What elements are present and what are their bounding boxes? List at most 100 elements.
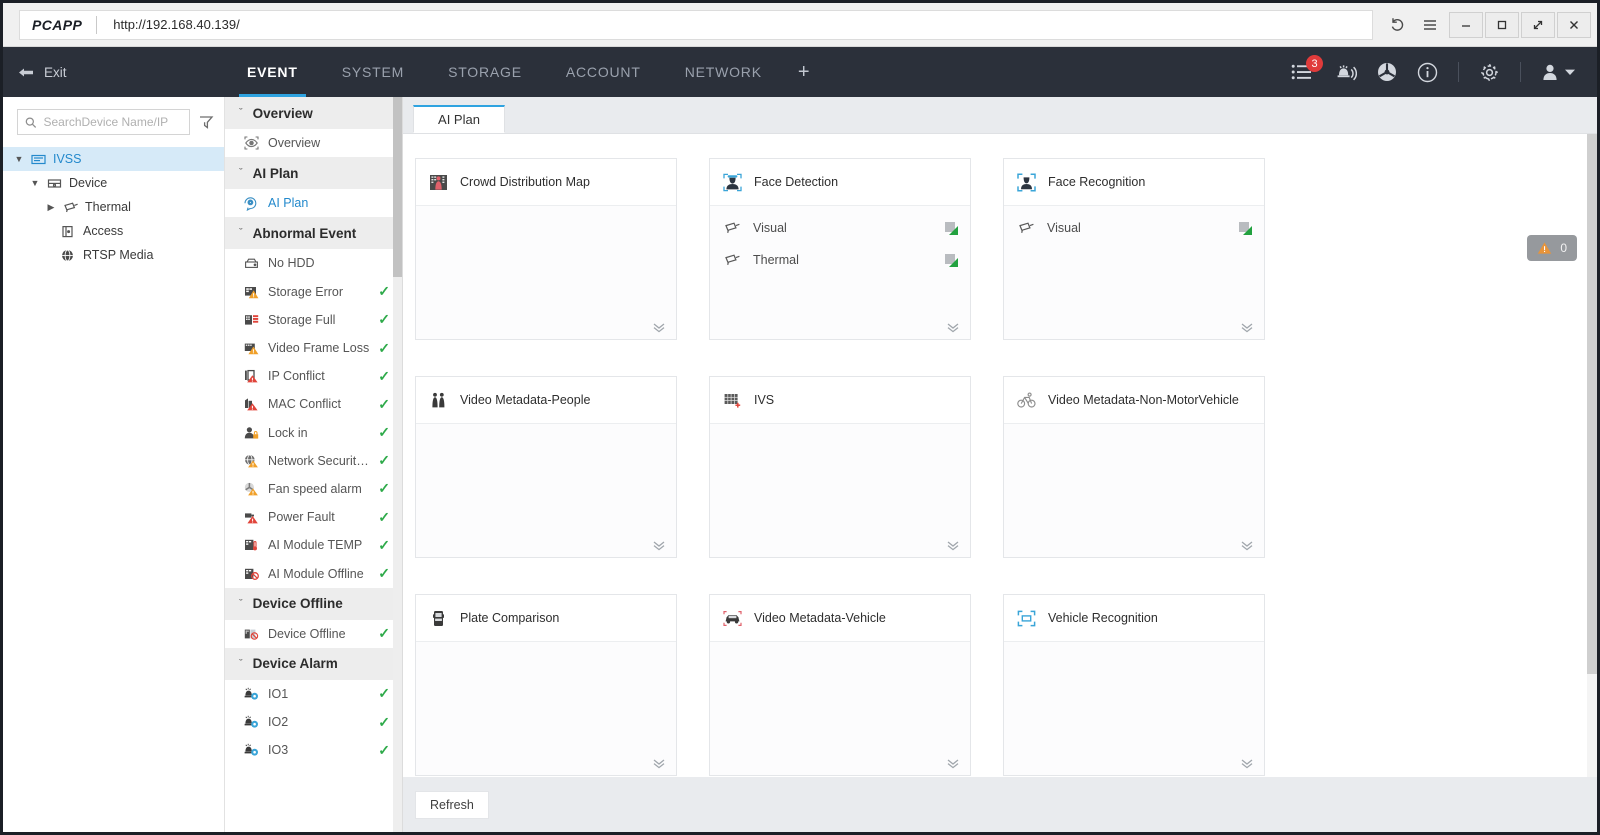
nav-item-storage-full[interactable]: Storage Full ✓ [225,306,402,334]
nav-tab-storage[interactable]: STORAGE [426,47,544,97]
nav-tab-system[interactable]: SYSTEM [320,47,426,97]
chevron-down-icon: ˇ [239,167,243,180]
nav-group-device-offline[interactable]: ˇ Device Offline [225,587,402,620]
card-expand-chevron-icon[interactable] [946,540,960,551]
alarm-bell-icon[interactable] [1333,62,1357,82]
tree-node-rtsp-media[interactable]: RTSP Media [3,243,224,267]
add-tab-button[interactable]: + [784,47,824,97]
main-scrollbar-track[interactable] [1587,134,1597,777]
maximize-button[interactable] [1485,11,1519,38]
nvr-device-icon [31,153,47,166]
nav-tab-account[interactable]: ACCOUNT [544,47,663,97]
nav-item-io2[interactable]: IO2 ✓ [225,708,402,736]
history-refresh-icon[interactable] [1389,16,1407,34]
hamburger-menu-icon[interactable] [1421,16,1439,34]
search-input-wrapper[interactable] [17,109,190,135]
card-video-metadata-vehicle[interactable]: Video Metadata-Vehicle [709,594,971,776]
nav-item-ai-module-temp[interactable]: AI Module TEMP ✓ [225,531,402,559]
nav-scrollbar-thumb[interactable] [393,97,402,277]
channel-row[interactable]: Thermal [710,244,970,276]
card-face-recognition[interactable]: Face Recognition Visual [1003,158,1265,340]
card-expand-chevron-icon[interactable] [652,322,666,333]
nav-tab-storage-label: STORAGE [448,64,522,80]
close-button[interactable] [1557,11,1591,38]
nav-tab-event[interactable]: EVENT [225,47,320,97]
nav-item-overview[interactable]: Overview [225,129,402,157]
card-face-detection[interactable]: Face Detection Visual Thermal [709,158,971,340]
nav-group-abnormal-event[interactable]: ˇ Abnormal Event [225,217,402,250]
plate-comparison-icon [428,608,448,628]
card-video-metadata-non-motor-vehicle[interactable]: Video Metadata-Non-MotorVehicle [1003,376,1265,558]
tree-caret-ivss[interactable]: ▼ [13,154,25,164]
enabled-check-icon: ✓ [378,339,390,356]
ai-module-temp-icon [243,537,259,553]
tree-node-access[interactable]: Access [3,219,224,243]
tree-label-device: Device [69,176,108,190]
card-crowd-distribution-map[interactable]: Crowd Distribution Map [415,158,677,340]
enabled-check-icon: ✓ [378,713,390,730]
task-list-icon[interactable]: 3 [1291,55,1323,81]
card-expand-chevron-icon[interactable] [946,322,960,333]
channel-row[interactable]: Visual [710,212,970,244]
minimize-button[interactable] [1449,11,1483,38]
card-header: Face Detection [710,159,970,206]
nav-group-overview[interactable]: ˇ Overview [225,97,402,129]
nav-item-video-frame-loss[interactable]: Video Frame Loss ✓ [225,334,402,362]
nav-item-storage-error[interactable]: Storage Error ✓ [225,278,402,306]
nav-item-ip-conflict[interactable]: IP Conflict ✓ [225,362,402,390]
tree-node-ivss[interactable]: ▼ IVSS [3,147,224,171]
card-title: Video Metadata-People [460,393,591,407]
search-input[interactable] [43,115,182,129]
card-plate-comparison[interactable]: Plate Comparison [415,594,677,776]
nav-tab-network[interactable]: NETWORK [663,47,784,97]
nav-item-no-hdd[interactable]: No HDD [225,249,402,277]
tree-node-device[interactable]: ▼ Device [3,171,224,195]
nav-item-device-offline[interactable]: Device Offline ✓ [225,620,402,648]
card-expand-chevron-icon[interactable] [1240,322,1254,333]
nav-item-fan-speed-alarm[interactable]: Fan speed alarm ✓ [225,475,402,503]
exit-button[interactable]: Exit [3,65,225,80]
nav-group-device-alarm[interactable]: ˇ Device Alarm [225,647,402,680]
nav-item-io1[interactable]: IO1 ✓ [225,680,402,708]
warning-status-widget[interactable]: 0 [1527,235,1577,261]
nav-scrollbar-track[interactable] [393,97,402,832]
card-vehicle-recognition[interactable]: Vehicle Recognition [1003,594,1265,776]
card-expand-chevron-icon[interactable] [946,758,960,769]
card-body [710,642,970,775]
nav-item-io3[interactable]: IO3 ✓ [225,736,402,764]
nav-item-lock-in[interactable]: Lock in ✓ [225,419,402,447]
card-ivs[interactable]: IVS [709,376,971,558]
nav-item-ai-module-offline[interactable]: AI Module Offline ✓ [225,559,402,587]
restore-button[interactable] [1521,11,1555,38]
url-text[interactable]: http://192.168.40.139/ [97,17,1372,32]
tree-caret-device[interactable]: ▼ [29,178,41,188]
card-expand-chevron-icon[interactable] [1240,758,1254,769]
user-account-icon[interactable] [1541,63,1575,82]
tree-caret-thermal[interactable]: ▶ [45,202,57,213]
nav-item-power-fault[interactable]: Power Fault ✓ [225,503,402,531]
card-header: Video Metadata-People [416,377,676,424]
card-video-metadata-people[interactable]: Video Metadata-People [415,376,677,558]
ai-module-offline-icon [243,566,259,582]
card-expand-chevron-icon[interactable] [1240,540,1254,551]
camera-icon [1016,218,1036,238]
info-icon[interactable] [1417,62,1438,83]
tab-ai-plan[interactable]: AI Plan [413,105,505,133]
address-bar[interactable]: PCAPP http://192.168.40.139/ [19,9,1373,40]
fan-status-icon[interactable] [1377,62,1397,82]
tree-node-thermal[interactable]: ▶ Thermal [3,195,224,219]
nav-item-network-security[interactable]: Network Security Ex... ✓ [225,447,402,475]
card-expand-chevron-icon[interactable] [652,758,666,769]
refresh-button[interactable]: Refresh [415,790,489,819]
nav-item-ai-plan[interactable]: AI Plan [225,189,402,217]
card-title: Face Recognition [1048,175,1146,189]
main-scrollbar-thumb[interactable] [1587,134,1597,674]
title-bar-tools [1379,16,1449,34]
settings-gear-icon[interactable] [1479,62,1500,83]
filter-funnel-icon[interactable] [198,114,214,130]
channel-row[interactable]: Visual [1004,212,1264,244]
card-expand-chevron-icon[interactable] [652,540,666,551]
chevron-down-icon [1565,69,1575,75]
nav-item-mac-conflict[interactable]: MAC Conflict ✓ [225,390,402,418]
nav-group-ai-plan[interactable]: ˇ AI Plan [225,157,402,190]
